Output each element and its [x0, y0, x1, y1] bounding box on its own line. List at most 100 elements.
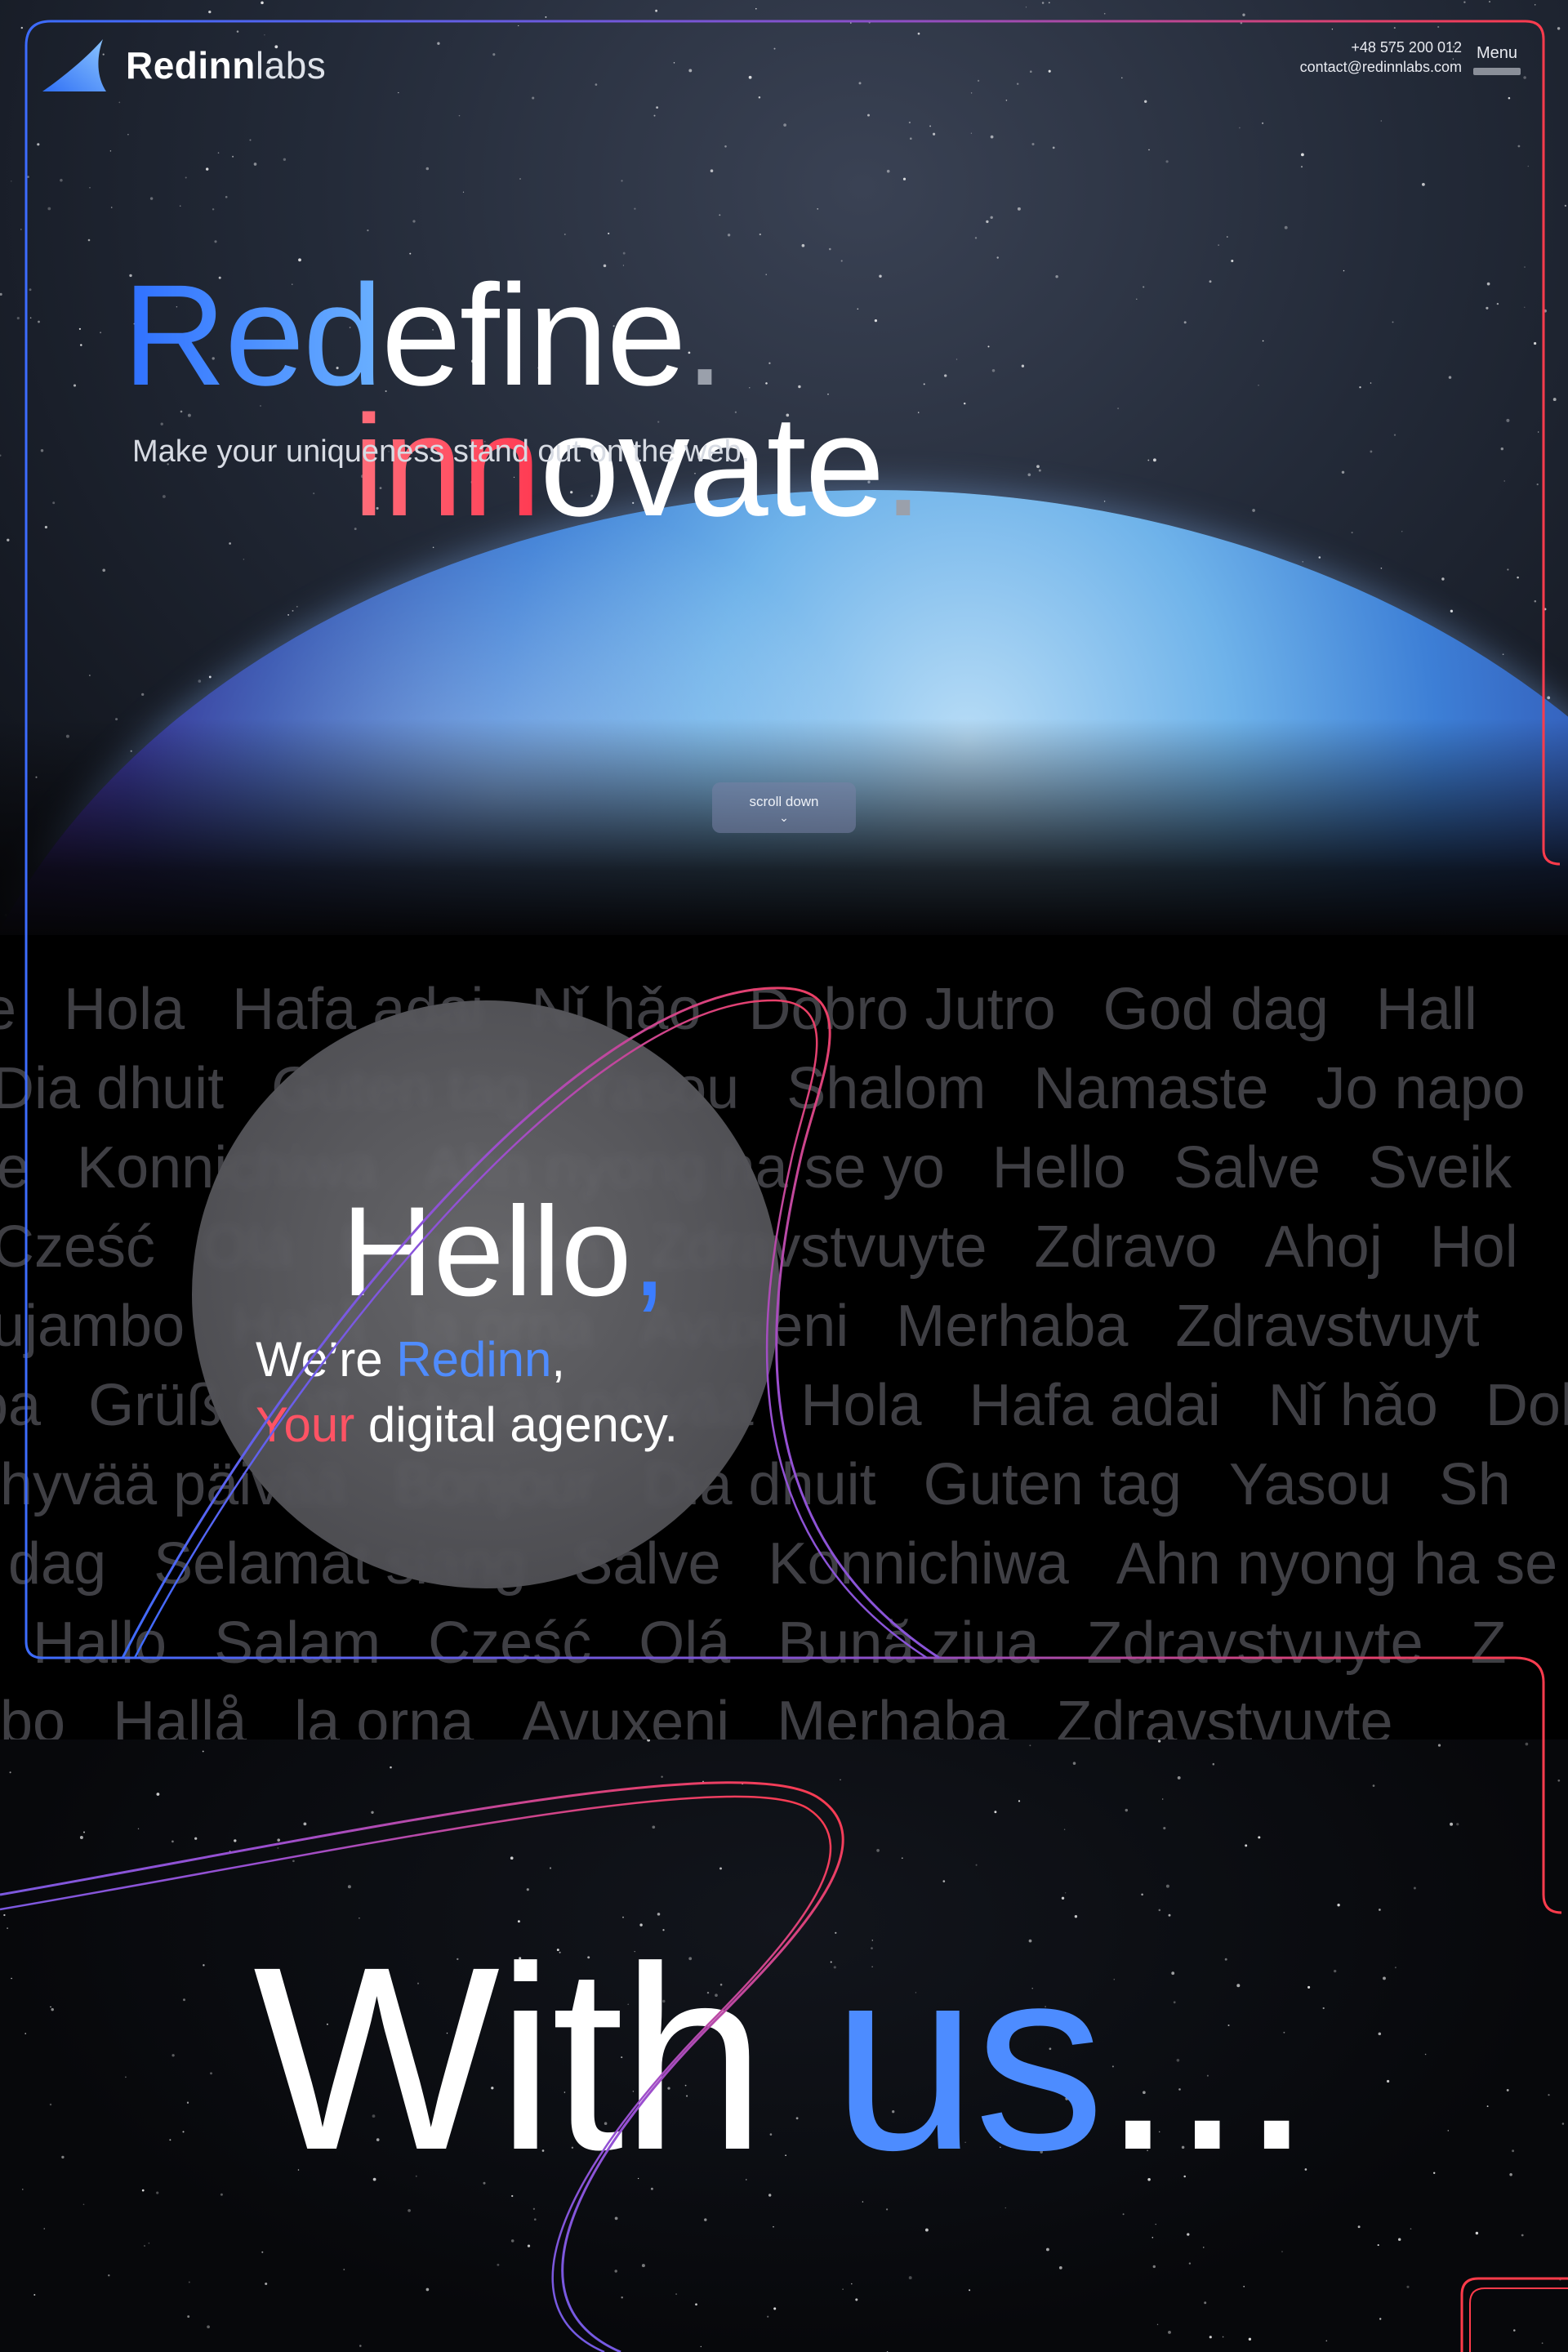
star	[29, 288, 32, 292]
star	[1240, 21, 1243, 24]
star	[261, 2251, 264, 2253]
star	[1486, 306, 1489, 310]
star	[656, 106, 659, 109]
star	[118, 101, 121, 104]
logo-link[interactable]: Redinnlabs	[39, 36, 326, 95]
star	[1337, 1904, 1340, 1907]
star	[1380, 120, 1383, 122]
greeting-row: bo Hallå la orna Avuxeni Merhaba Zdravstvuyte	[0, 1689, 1441, 1740]
star	[759, 233, 761, 236]
hello-heading: Hello,	[341, 1188, 667, 1316]
star	[1262, 340, 1264, 342]
greeting-word: Shalom	[786, 1056, 987, 1121]
greeting-word: Jo napo	[1316, 1056, 1526, 1121]
star	[1300, 153, 1304, 157]
star	[217, 152, 220, 154]
star	[144, 2245, 145, 2247]
star	[991, 369, 996, 372]
star	[1379, 1909, 1381, 1911]
star	[47, 207, 51, 211]
greeting-word: Dia dhuit	[0, 1056, 225, 1121]
greeting-word: Cześć	[428, 1610, 592, 1676]
star	[212, 208, 215, 211]
star	[1534, 600, 1537, 603]
star	[879, 274, 882, 278]
star	[398, 91, 399, 94]
greeting-row: Dia dhuitGuten tagYasouShalomNamasteJo n…	[0, 1055, 1568, 1122]
chevron-down-icon: ⌄	[779, 811, 789, 824]
star	[977, 79, 980, 82]
star	[1284, 225, 1288, 229]
star	[1005, 100, 1008, 101]
logo-bold: Redinn	[126, 44, 256, 87]
star	[1523, 76, 1526, 79]
star	[621, 180, 623, 182]
star	[1486, 282, 1490, 286]
scroll-down-button[interactable]: scroll down ⌄	[712, 782, 856, 833]
star	[208, 675, 212, 679]
star	[996, 256, 999, 259]
email-link[interactable]: contact@redinnlabs.com	[1300, 57, 1462, 77]
star	[1450, 1822, 1454, 1826]
star	[1377, 2244, 1379, 2247]
star	[975, 1864, 978, 1866]
intro-brand-comma: ,	[551, 1332, 566, 1387]
star	[343, 2269, 345, 2270]
star	[688, 69, 693, 73]
hello-text: Hello	[341, 1181, 632, 1323]
star	[188, 2281, 190, 2283]
star	[1512, 2149, 1515, 2153]
star	[283, 158, 287, 161]
star	[194, 1837, 198, 1840]
greeting-word: Zdravstvuyt	[1175, 1294, 1480, 1359]
star	[874, 318, 878, 323]
star	[829, 247, 831, 251]
star	[1559, 2278, 1561, 2281]
star	[232, 155, 234, 158]
star	[60, 178, 63, 182]
star	[243, 559, 245, 560]
star	[236, 30, 239, 33]
star	[40, 449, 44, 452]
star	[1343, 270, 1345, 272]
star	[849, 22, 852, 24]
star	[710, 169, 714, 172]
star	[203, 1964, 205, 1967]
star	[1188, 2262, 1192, 2265]
star	[1547, 696, 1551, 700]
star	[3, 1913, 6, 1917]
star	[742, 1783, 744, 1785]
star	[172, 2054, 175, 2057]
greeting-word: bo	[0, 1690, 66, 1740]
phone-link[interactable]: +48 575 200 012	[1300, 38, 1462, 57]
star	[292, 609, 294, 612]
star	[1552, 398, 1557, 402]
star	[43, 2228, 45, 2230]
star	[908, 2276, 912, 2280]
star	[1450, 609, 1454, 612]
star	[622, 252, 626, 255]
star	[1143, 286, 1145, 288]
star	[974, 237, 978, 239]
headline-accent-red: Red	[122, 255, 383, 416]
greeting-word: Sh	[1438, 1452, 1511, 1517]
intro-agency: digital agency.	[354, 1397, 679, 1452]
star	[719, 214, 721, 216]
star	[20, 229, 22, 230]
logo-fin-icon	[42, 39, 106, 91]
star	[7, 538, 10, 541]
star	[1557, 27, 1561, 30]
star	[1536, 483, 1539, 486]
star	[1527, 165, 1530, 167]
star	[1152, 458, 1156, 462]
star	[1447, 2130, 1450, 2132]
star	[265, 2282, 268, 2286]
star	[1496, 302, 1499, 305]
star	[1183, 321, 1187, 324]
contact-info: +48 575 200 012 contact@redinnlabs.com	[1300, 38, 1462, 77]
greeting-word: Sveik	[1367, 1135, 1512, 1200]
menu-button[interactable]: Menu	[1473, 44, 1521, 75]
greeting-row: hyvää päivääBonjourDia dhuitGuten tagYas…	[0, 1451, 1558, 1518]
star	[1357, 2225, 1361, 2229]
star	[1231, 259, 1234, 263]
